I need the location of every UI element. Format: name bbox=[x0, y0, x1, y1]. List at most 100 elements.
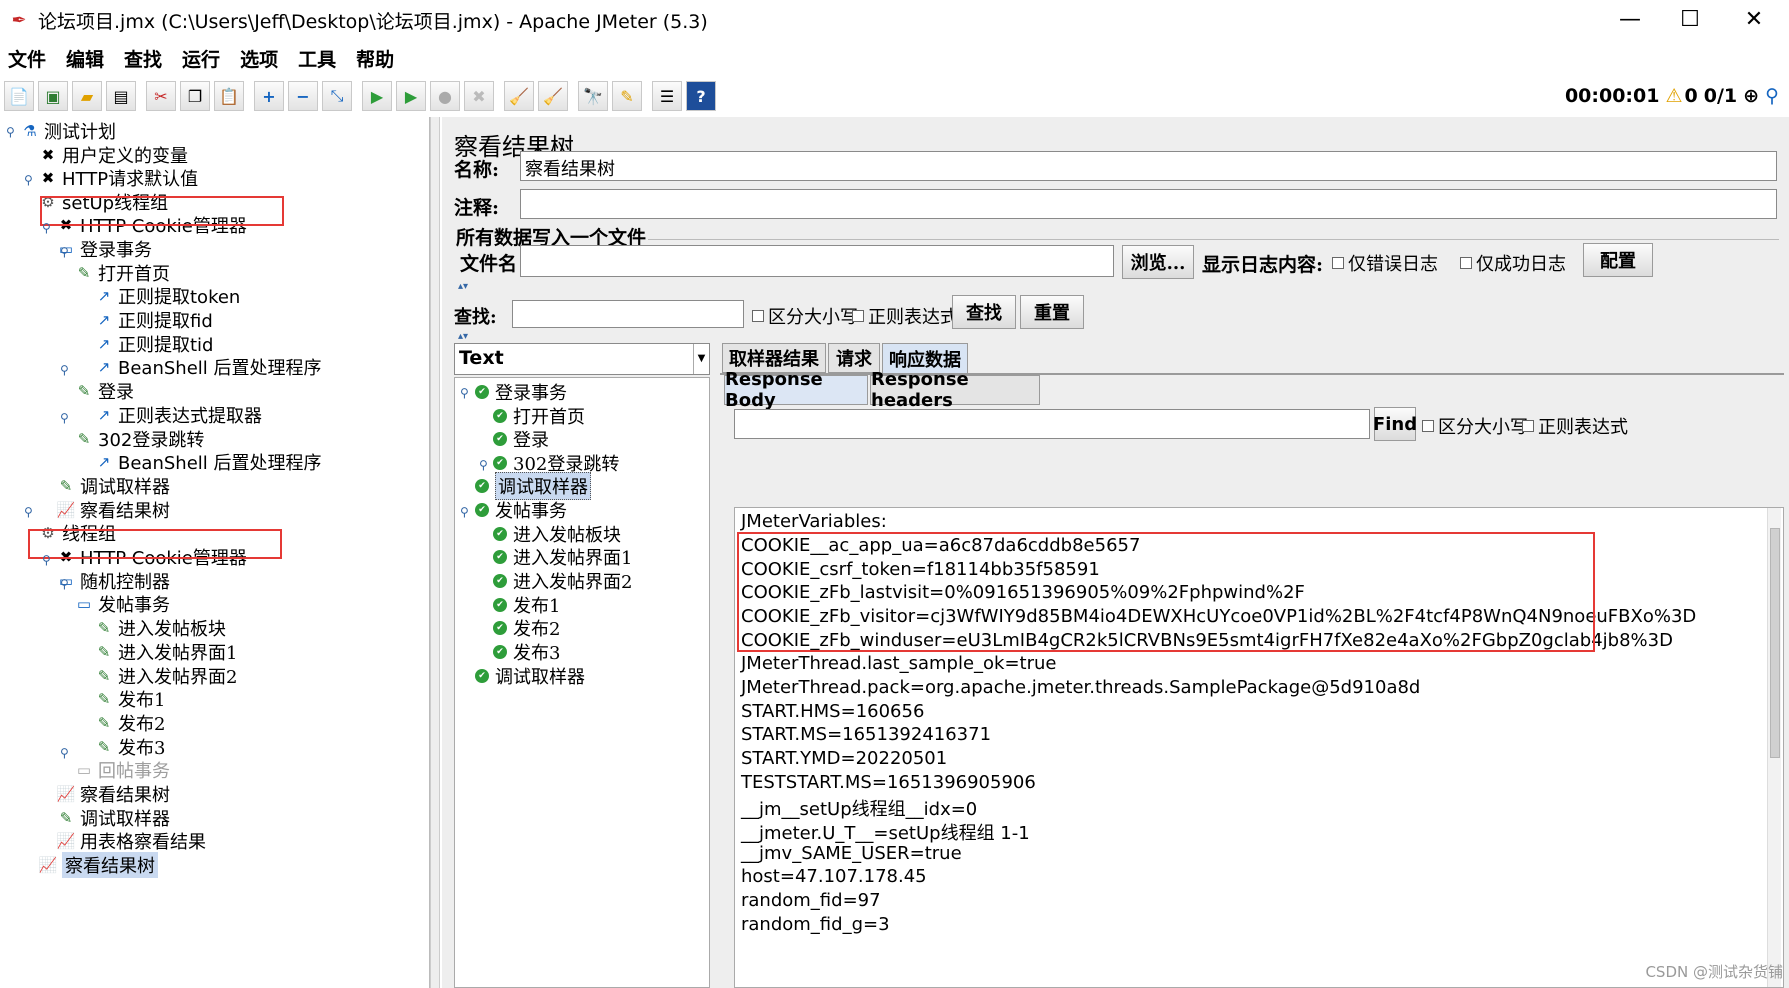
tree-node-enter-board[interactable]: ✎ 进入发帖板块 bbox=[94, 614, 226, 641]
remote-status-icon: ⊕ bbox=[1743, 85, 1760, 107]
name-field[interactable]: 察看结果树 bbox=[520, 151, 1777, 181]
comment-field[interactable] bbox=[520, 189, 1777, 219]
tree-node-publish-2[interactable]: ✎ 发布2 bbox=[94, 709, 166, 736]
tree-node-publish-1[interactable]: ✎ 发布1 bbox=[94, 685, 166, 712]
help-icon[interactable]: ? bbox=[686, 81, 716, 111]
checkbox-box[interactable] bbox=[1460, 257, 1472, 269]
tree-node-beanshell-2[interactable]: ↗ BeanShell 后置处理程序 bbox=[94, 448, 322, 475]
configure-button[interactable]: 配置 bbox=[1583, 243, 1653, 277]
menu-help[interactable]: 帮助 bbox=[356, 45, 394, 72]
search-field[interactable] bbox=[512, 300, 744, 328]
warning-count[interactable]: 0 bbox=[1685, 85, 1698, 107]
result-node-publish-2[interactable]: ✔ 发布2 bbox=[493, 614, 560, 641]
result-node-login-transaction[interactable]: ✔ 登录事务 bbox=[475, 378, 567, 405]
checkbox-box[interactable] bbox=[1422, 420, 1434, 432]
tab-response-headers[interactable]: Response headers bbox=[870, 369, 1040, 411]
pipette-icon: ✎ bbox=[97, 666, 111, 685]
response-find-field[interactable] bbox=[734, 409, 1370, 439]
result-node-debug-sampler-selected[interactable]: ✔ 调试取样器 bbox=[475, 471, 591, 500]
checkbox-box[interactable] bbox=[1332, 257, 1344, 269]
response-regex-checkbox[interactable]: 正则表达式 bbox=[1522, 413, 1628, 439]
result-node-post-transaction[interactable]: ✔ 发帖事务 bbox=[475, 496, 567, 523]
tree-node-table-results[interactable]: 📈 用表格察看结果 bbox=[56, 827, 206, 854]
minimize-button[interactable]: — bbox=[1600, 0, 1660, 40]
close-button[interactable]: ✕ bbox=[1724, 0, 1784, 40]
checkbox-box[interactable] bbox=[1522, 420, 1534, 432]
log-viewer-icon[interactable]: ⚲ bbox=[1765, 85, 1779, 107]
warning-icon[interactable]: ⚠ bbox=[1665, 85, 1682, 107]
response-line: __jmeter.U_T__=setUp线程组 1-1 bbox=[741, 823, 1030, 844]
renderer-select[interactable]: Text ▼ bbox=[454, 343, 710, 375]
menu-file[interactable]: 文件 bbox=[8, 45, 46, 72]
tree-node-results-tree[interactable]: 📈 察看结果树 bbox=[56, 780, 170, 807]
tree-node-regex-token[interactable]: ↗ 正则提取token bbox=[94, 282, 241, 309]
comment-label: 注释: bbox=[454, 197, 500, 219]
tree-node-http-defaults[interactable]: ✖ HTTP请求默认值 bbox=[38, 164, 198, 191]
collapse-icon[interactable]: − bbox=[288, 81, 318, 111]
collapse-handle-2[interactable]: ▴▾ bbox=[458, 331, 468, 342]
tree-node-results-tree-selected[interactable]: 📈 察看结果树 bbox=[38, 851, 158, 878]
stop-icon[interactable]: ● bbox=[430, 81, 460, 111]
tree-node-regex-fid[interactable]: ↗ 正则提取fid bbox=[94, 306, 213, 333]
response-case-sensitive-checkbox[interactable]: 区分大小写 bbox=[1422, 413, 1528, 439]
filename-label: 文件名 bbox=[460, 253, 518, 275]
title-bar: ✒ 论坛项目.jmx (C:\Users\Jeff\Desktop\论坛项目.j… bbox=[0, 0, 1789, 40]
menu-search[interactable]: 查找 bbox=[124, 45, 162, 72]
open-icon[interactable]: ▰ bbox=[72, 81, 102, 111]
response-text-area[interactable]: JMeterVariables: COOKIE__ac_app_ua=a6c87… bbox=[734, 507, 1784, 988]
result-node-debug-sampler[interactable]: ✔ 调试取样器 bbox=[475, 662, 585, 689]
menu-tools[interactable]: 工具 bbox=[298, 45, 336, 72]
paste-icon[interactable]: 📋 bbox=[214, 81, 244, 111]
result-node-publish-3[interactable]: ✔ 发布3 bbox=[493, 638, 560, 665]
tree-node-enter-post-1[interactable]: ✎ 进入发帖界面1 bbox=[94, 638, 238, 665]
search-button[interactable]: 查找 bbox=[952, 295, 1016, 329]
vertical-scrollbar[interactable] bbox=[1767, 508, 1781, 987]
splitter[interactable] bbox=[430, 117, 440, 988]
expand-icon[interactable]: + bbox=[254, 81, 284, 111]
regex-checkbox[interactable]: 正则表达式 bbox=[852, 303, 958, 329]
checkbox-box[interactable] bbox=[752, 310, 764, 322]
copy-icon[interactable]: ❐ bbox=[180, 81, 210, 111]
tab-response-body[interactable]: Response Body bbox=[724, 369, 868, 411]
scrollbar-thumb[interactable] bbox=[1770, 528, 1780, 758]
toggle-icon[interactable]: ⤡ bbox=[322, 81, 352, 111]
maximize-button[interactable]: ☐ bbox=[1660, 0, 1720, 40]
menu-edit[interactable]: 编辑 bbox=[66, 45, 104, 72]
shutdown-icon[interactable]: ✖ bbox=[464, 81, 494, 111]
tree-node-debug-sampler-setup[interactable]: ✎ 调试取样器 bbox=[56, 472, 170, 499]
chevron-down-icon[interactable]: ▼ bbox=[693, 344, 709, 374]
reset-search-icon[interactable]: ✎ bbox=[612, 81, 642, 111]
templates-icon[interactable]: ▣ bbox=[38, 81, 68, 111]
menu-options[interactable]: 选项 bbox=[240, 45, 278, 72]
menu-run[interactable]: 运行 bbox=[182, 45, 220, 72]
clear-all-icon[interactable]: 🧹 bbox=[538, 81, 568, 111]
collapse-handle-1[interactable]: ▴▾ bbox=[458, 281, 468, 292]
browse-button[interactable]: 浏览... bbox=[1122, 245, 1194, 279]
tree-node-login-transaction[interactable]: ▭ 登录事务 bbox=[56, 235, 152, 262]
start-icon[interactable]: ▶ bbox=[362, 81, 392, 111]
result-node-login[interactable]: ✔ 登录 bbox=[493, 425, 549, 452]
new-icon[interactable]: 📄 bbox=[4, 81, 34, 111]
clear-icon[interactable]: 🧹 bbox=[504, 81, 534, 111]
reset-button[interactable]: 重置 bbox=[1020, 295, 1084, 329]
success-check-icon: ✔ bbox=[493, 455, 507, 470]
tree-node-beanshell-1[interactable]: ↗ BeanShell 后置处理程序 bbox=[94, 353, 322, 380]
start-no-pause-icon[interactable]: ▶ bbox=[396, 81, 426, 111]
search-icon[interactable]: 🔭 bbox=[578, 81, 608, 111]
function-helper-icon[interactable]: ☰ bbox=[652, 81, 682, 111]
cut-icon[interactable]: ✂ bbox=[146, 81, 176, 111]
errors-only-checkbox[interactable]: 仅错误日志 bbox=[1332, 250, 1438, 276]
checkbox-box[interactable] bbox=[852, 310, 864, 322]
tree-node-post-transaction[interactable]: ▭ 发帖事务 bbox=[74, 590, 170, 617]
tree-node-test-plan[interactable]: ⚗ 测试计划 bbox=[20, 117, 116, 144]
tree-node-regex-extractor[interactable]: ↗ 正则表达式提取器 bbox=[94, 401, 262, 428]
success-only-checkbox[interactable]: 仅成功日志 bbox=[1460, 250, 1566, 276]
filename-field[interactable] bbox=[520, 245, 1114, 277]
result-node-enter-post-2[interactable]: ✔ 进入发帖界面2 bbox=[493, 567, 632, 594]
result-node-enter-post-1[interactable]: ✔ 进入发帖界面1 bbox=[493, 543, 632, 570]
save-icon[interactable]: ▤ bbox=[106, 81, 136, 111]
case-sensitive-checkbox[interactable]: 区分大小写 bbox=[752, 303, 858, 329]
tree-node-reply-transaction[interactable]: ▭ 回帖事务 bbox=[74, 756, 170, 783]
response-find-button[interactable]: Find bbox=[1373, 407, 1417, 441]
tree-node-login[interactable]: ✎ 登录 bbox=[74, 377, 134, 404]
